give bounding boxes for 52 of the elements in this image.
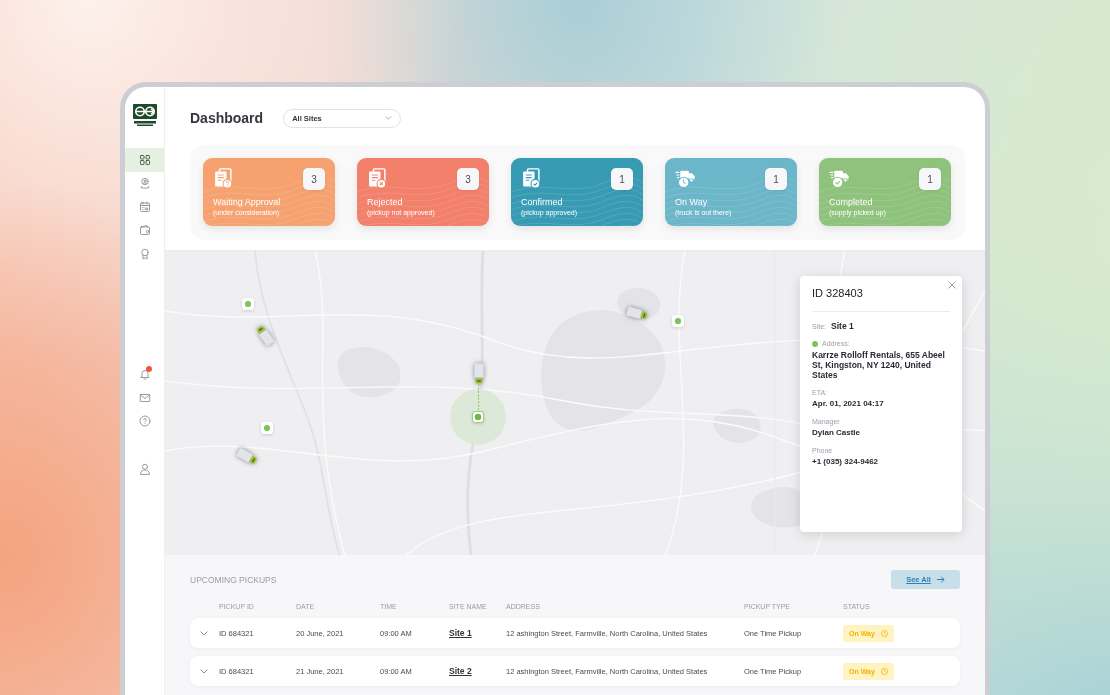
site-link[interactable]: Site 1: [449, 628, 472, 638]
arrow-right-icon: [936, 576, 945, 583]
calendar-icon: [138, 200, 151, 213]
status-dot-icon: [812, 340, 818, 347]
clipboard-question-icon: [213, 168, 233, 189]
section-title: UPCOMING PICKUPS: [190, 574, 277, 585]
field-value: Karrze Rolloff Rentals, 655 Abeel St, Kingston, NY 1240, United States: [812, 350, 946, 380]
ribbon-icon: [138, 247, 151, 260]
card-title: Waiting Approval: [213, 197, 282, 208]
field-value: +1 (035) 324-9462: [812, 456, 880, 467]
route-line: [477, 384, 480, 410]
field-value: Apr. 01, 2021 04:17: [812, 398, 885, 409]
truck-icon[interactable]: [236, 447, 258, 465]
field-value: Site 1: [831, 321, 854, 332]
count-badge: 1: [611, 168, 633, 190]
chevron-down-icon[interactable]: [200, 668, 208, 674]
card-title: Confirmed: [521, 197, 564, 208]
count-badge: 1: [765, 168, 787, 190]
truck-clock-icon: [675, 168, 695, 189]
popup-title: ID 328403: [812, 287, 864, 299]
clock-icon: [880, 629, 888, 637]
help-icon[interactable]: [138, 415, 151, 428]
page-title: Dashboard: [190, 109, 264, 127]
chevron-down-icon[interactable]: [200, 630, 208, 636]
wallet-icon: [138, 224, 151, 237]
truck-icon[interactable]: [474, 363, 484, 383]
location-pin-icon[interactable]: [472, 411, 484, 423]
location-pin-icon[interactable]: [261, 422, 273, 434]
card-title: Rejected: [367, 197, 404, 208]
count-badge: 3: [457, 168, 479, 190]
location-pin-icon[interactable]: [672, 315, 684, 327]
mail-icon[interactable]: [138, 391, 151, 404]
card-title: On Way: [675, 197, 709, 208]
count-badge: 1: [919, 168, 941, 190]
bell-icon[interactable]: [138, 368, 151, 381]
truck-icon[interactable]: [255, 324, 275, 346]
user-icon[interactable]: [138, 462, 151, 475]
clipboard-check-icon: [521, 168, 541, 189]
field-value: Dylan Castle: [812, 427, 862, 438]
sidebar-nav-button[interactable]: [125, 148, 164, 172]
clock-icon: [880, 667, 888, 675]
chevron-down-icon: [385, 116, 393, 120]
grid-icon: [138, 153, 151, 166]
clipboard-cross-icon: [367, 168, 387, 189]
card-title: Completed: [829, 197, 874, 208]
close-icon[interactable]: [948, 281, 956, 289]
site-link[interactable]: Site 2: [449, 666, 472, 676]
truck-check-icon: [829, 168, 849, 189]
count-badge: 3: [303, 168, 325, 190]
logo-icon: [131, 103, 158, 127]
location-pin-icon[interactable]: [242, 298, 254, 310]
user-pin-icon: [138, 177, 151, 190]
